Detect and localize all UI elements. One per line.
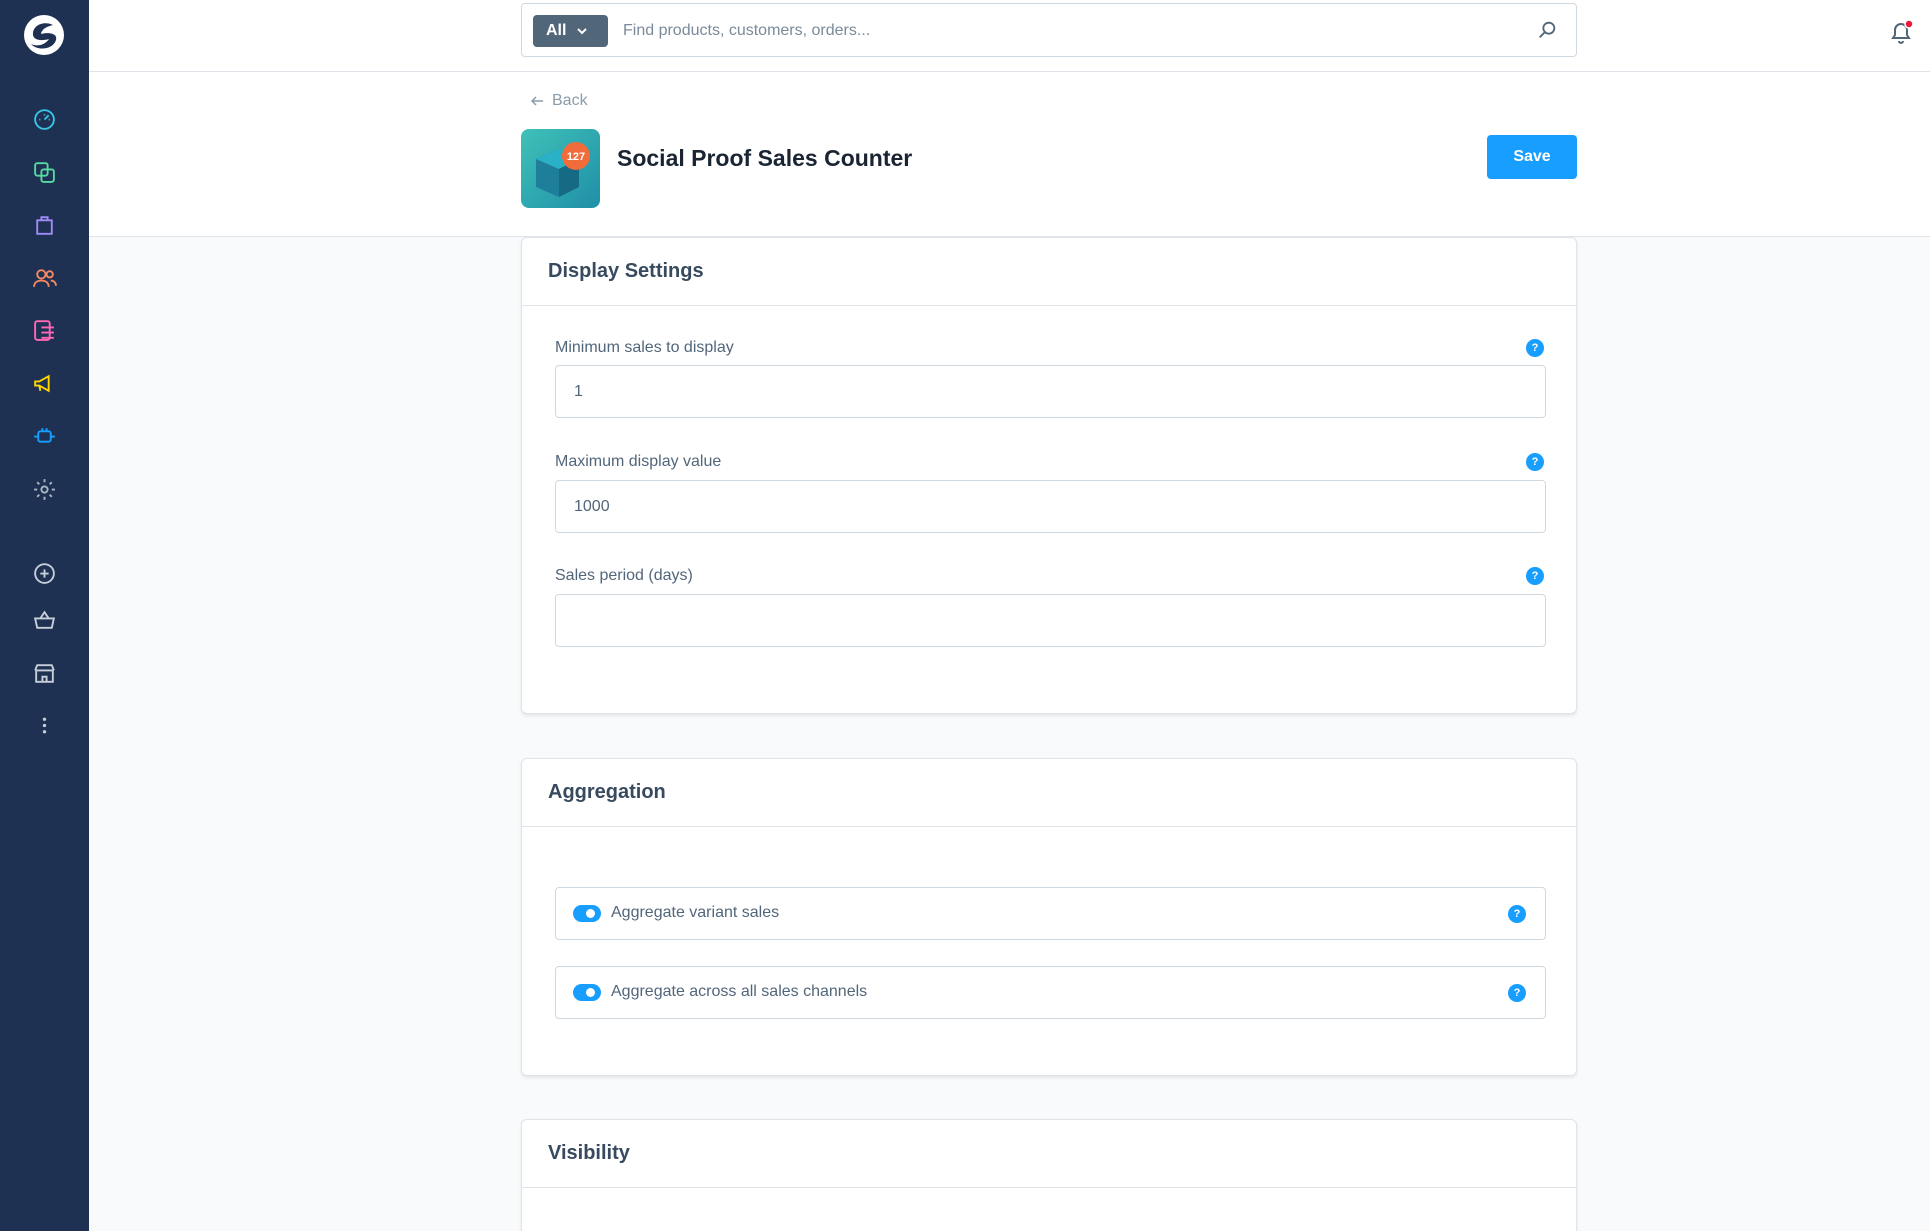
- back-link[interactable]: Back: [530, 92, 588, 110]
- global-search: All: [521, 3, 1577, 57]
- storefront-icon[interactable]: [30, 659, 59, 688]
- card-title: Visibility: [522, 1120, 1576, 1188]
- settings-icon[interactable]: [30, 475, 59, 504]
- field-label: Minimum sales to display: [555, 339, 734, 356]
- notification-bell-icon[interactable]: [1886, 18, 1916, 48]
- save-button[interactable]: Save: [1487, 135, 1577, 179]
- catalogue-icon[interactable]: [30, 158, 59, 187]
- search-type-label: All: [546, 22, 567, 39]
- shopware-logo-icon[interactable]: [23, 14, 65, 56]
- app-icon: 127: [521, 129, 600, 208]
- arrow-left-icon: [530, 96, 543, 106]
- content-icon[interactable]: [30, 316, 59, 345]
- search-icon[interactable]: [1536, 19, 1558, 41]
- aggregate-sales-channels-row: Aggregate across all sales channels ?: [555, 966, 1546, 1019]
- aggregate-variant-sales-toggle[interactable]: [573, 905, 601, 922]
- page-title: Social Proof Sales Counter: [617, 145, 913, 171]
- card-title: Display Settings: [522, 238, 1576, 306]
- top-bar: All: [89, 0, 1930, 72]
- dashboard-icon[interactable]: [30, 105, 59, 134]
- toggle-label: Aggregate variant sales: [611, 904, 780, 921]
- visibility-card: Visibility: [521, 1119, 1577, 1231]
- aggregate-sales-channels-toggle[interactable]: [573, 984, 601, 1001]
- help-icon[interactable]: ?: [1526, 567, 1544, 585]
- search-type-dropdown[interactable]: All: [533, 15, 608, 47]
- more-icon[interactable]: [30, 711, 59, 740]
- extensions-icon[interactable]: [30, 422, 59, 451]
- aggregate-variant-sales-row: Aggregate variant sales ?: [555, 887, 1546, 940]
- help-icon[interactable]: ?: [1526, 453, 1544, 471]
- app-icon-badge: 127: [567, 151, 585, 163]
- card-title: Aggregation: [522, 759, 1576, 827]
- help-icon[interactable]: ?: [1526, 339, 1544, 357]
- page-header: Back 127 Social Proof Sales Counter Save: [89, 72, 1930, 237]
- help-icon[interactable]: ?: [1508, 984, 1526, 1002]
- help-icon[interactable]: ?: [1508, 905, 1526, 923]
- chevron-down-icon: [577, 28, 588, 35]
- orders-icon[interactable]: [30, 211, 59, 240]
- add-icon[interactable]: [30, 559, 59, 588]
- field-label: Maximum display value: [555, 453, 722, 470]
- marketing-icon[interactable]: [30, 369, 59, 398]
- aggregation-card: Aggregation Aggregate variant sales ? Ag…: [521, 758, 1577, 1076]
- toggle-label: Aggregate across all sales channels: [611, 983, 868, 1000]
- sales-period-input[interactable]: [555, 594, 1546, 647]
- sidebar: [0, 0, 89, 1231]
- display-settings-card: Display Settings Minimum sales to displa…: [521, 237, 1577, 714]
- back-label: Back: [552, 92, 588, 109]
- customers-icon[interactable]: [30, 264, 59, 293]
- basket-icon[interactable]: [30, 606, 59, 635]
- search-input[interactable]: [623, 14, 1523, 48]
- minimum-sales-input[interactable]: [555, 365, 1546, 418]
- field-label: Sales period (days): [555, 567, 693, 584]
- maximum-display-input[interactable]: [555, 480, 1546, 533]
